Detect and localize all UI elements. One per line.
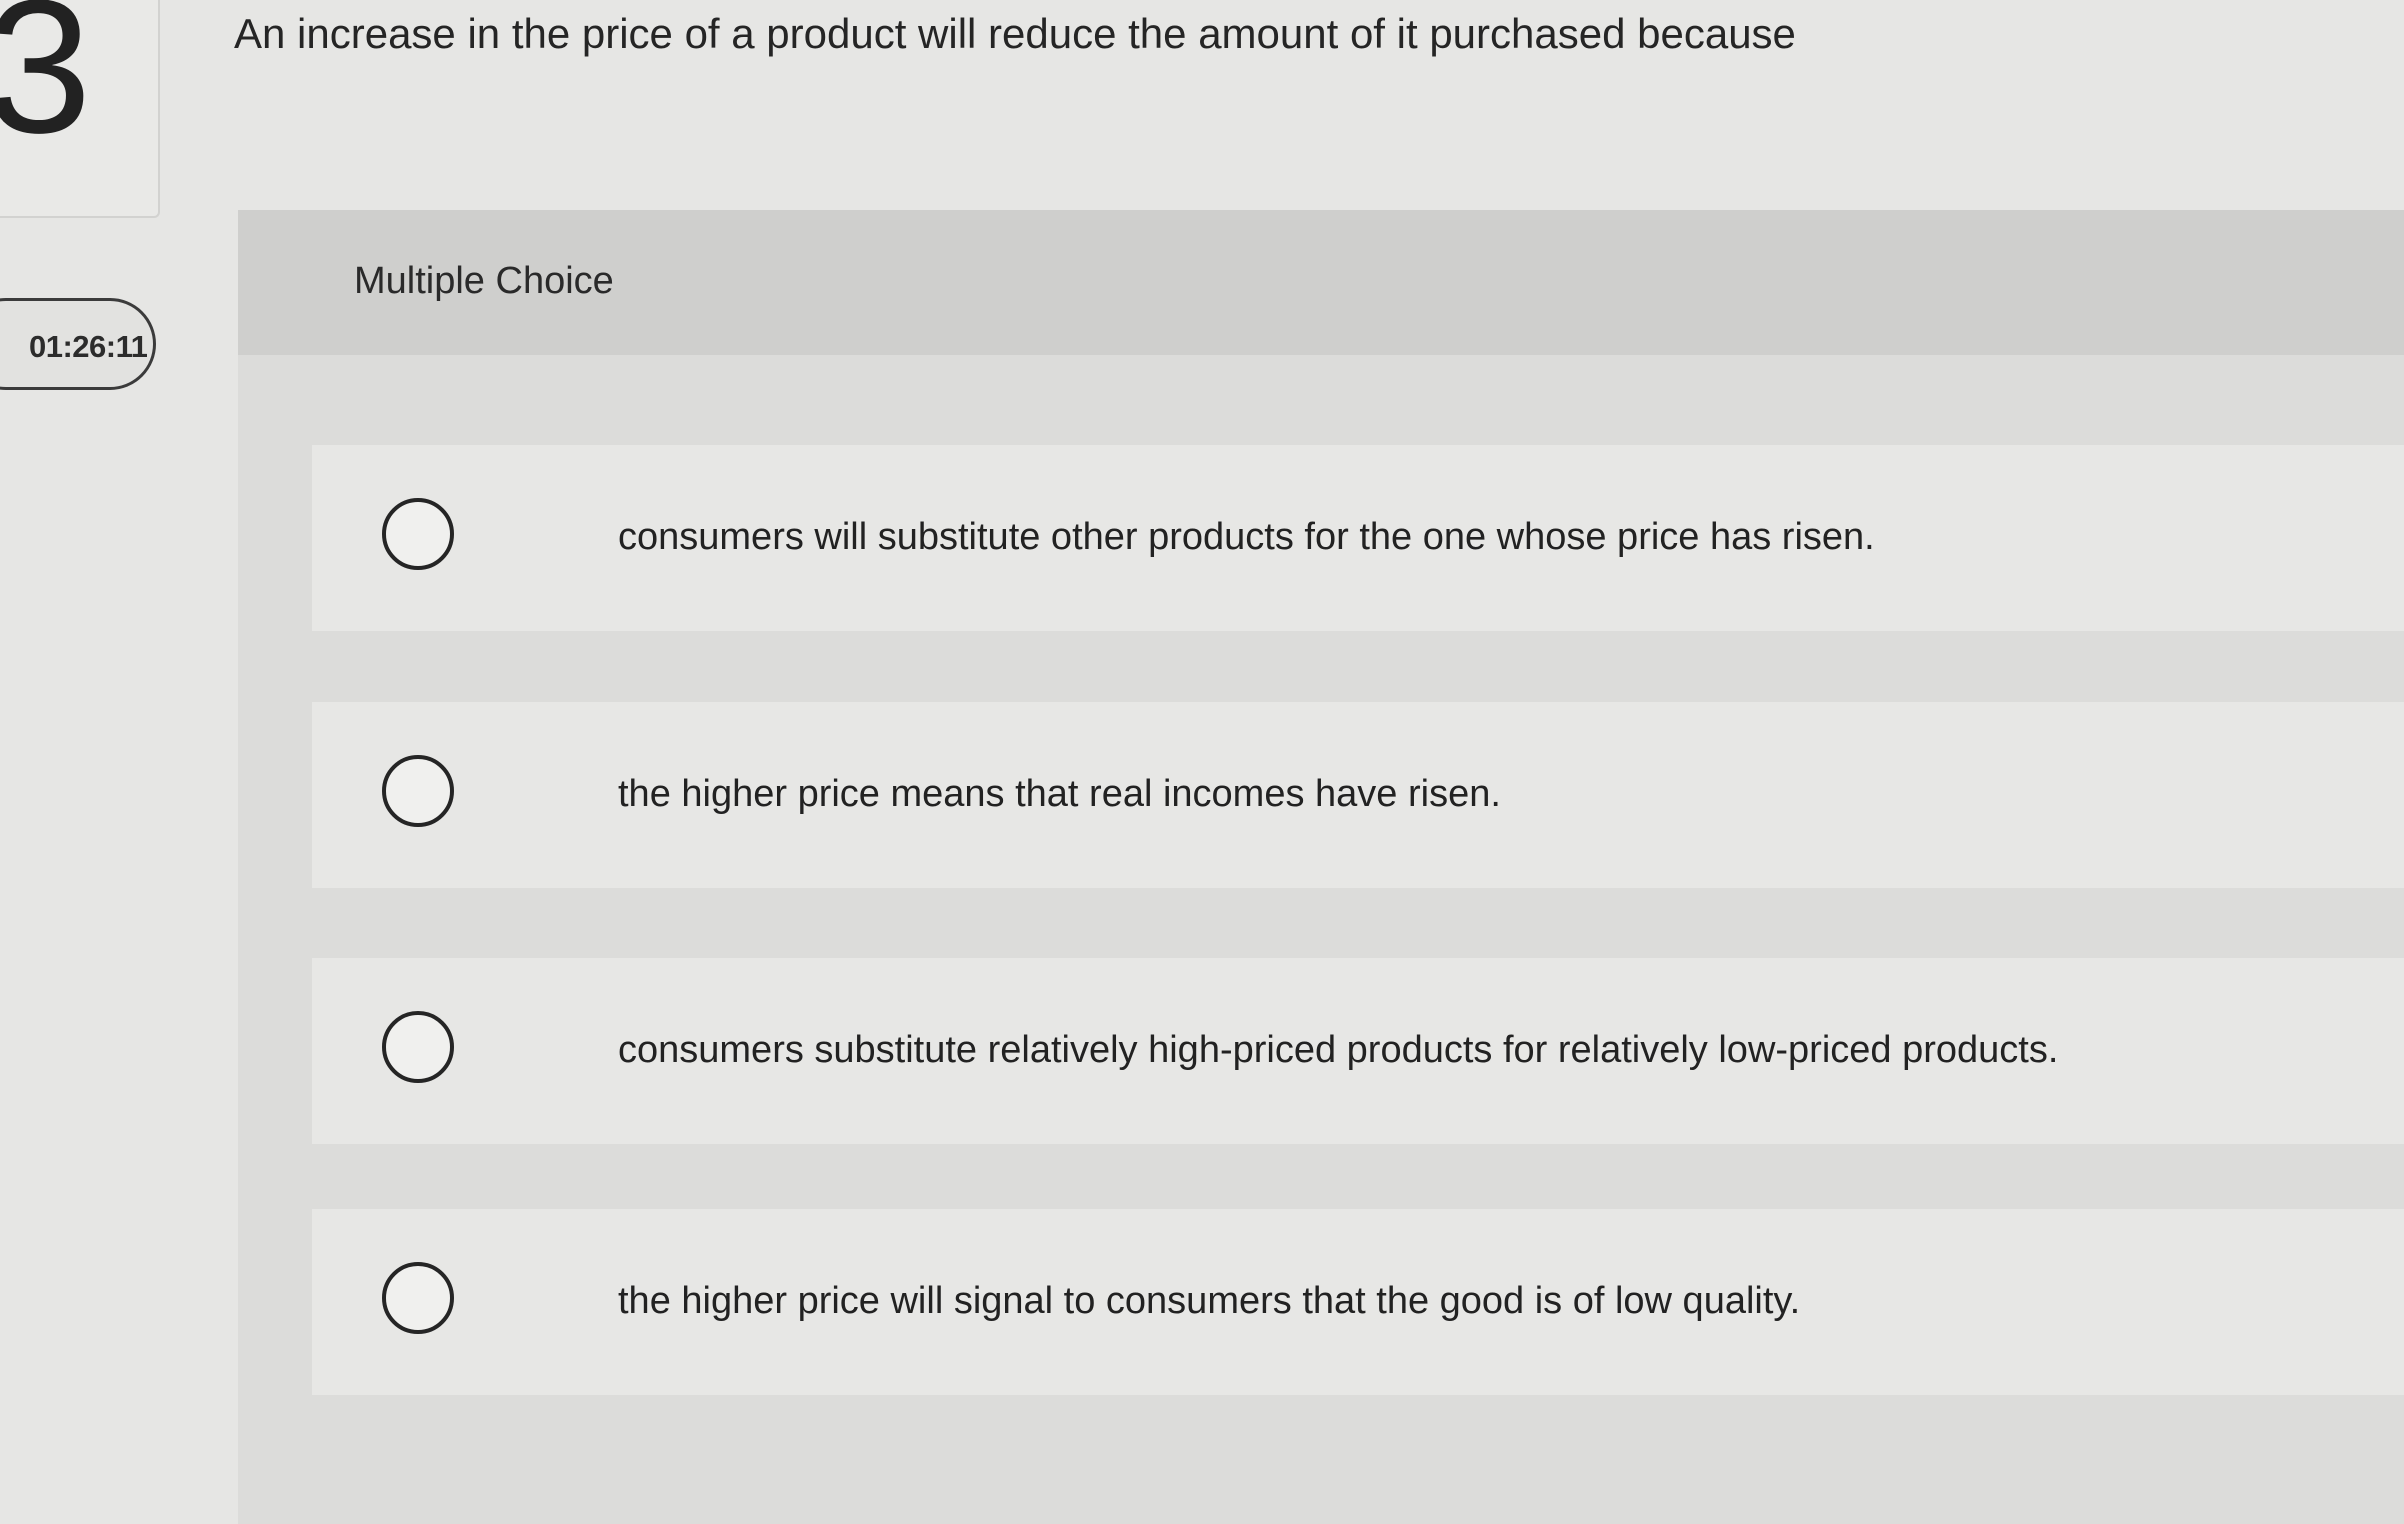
- radio-button-4[interactable]: [382, 1262, 454, 1334]
- question-number-box: 3: [0, 0, 160, 218]
- radio-button-3[interactable]: [382, 1011, 454, 1083]
- answer-option-text-2: the higher price means that real incomes…: [618, 773, 1501, 815]
- radio-button-2[interactable]: [382, 755, 454, 827]
- multiple-choice-label: Multiple Choice: [354, 260, 614, 302]
- answer-option-4[interactable]: the higher price will signal to consumer…: [312, 1209, 2404, 1395]
- multiple-choice-panel: Multiple Choice consumers will substitut…: [238, 210, 2404, 1524]
- answer-option-1[interactable]: consumers will substitute other products…: [312, 445, 2404, 631]
- answer-option-2[interactable]: the higher price means that real incomes…: [312, 702, 2404, 888]
- timer-badge: 01:26:11: [0, 298, 156, 390]
- panel-header: Multiple Choice: [238, 210, 2404, 355]
- answer-option-3[interactable]: consumers substitute relatively high-pri…: [312, 958, 2404, 1144]
- timer-text: 01:26:11: [29, 329, 148, 364]
- radio-button-1[interactable]: [382, 498, 454, 570]
- answer-option-text-3: consumers substitute relatively high-pri…: [618, 1029, 2059, 1071]
- answer-option-text-4: the higher price will signal to consumer…: [618, 1280, 1801, 1322]
- question-prompt: An increase in the price of a product wi…: [234, 10, 1796, 57]
- answer-option-text-1: consumers will substitute other products…: [618, 516, 1875, 558]
- question-number: 3: [0, 0, 92, 173]
